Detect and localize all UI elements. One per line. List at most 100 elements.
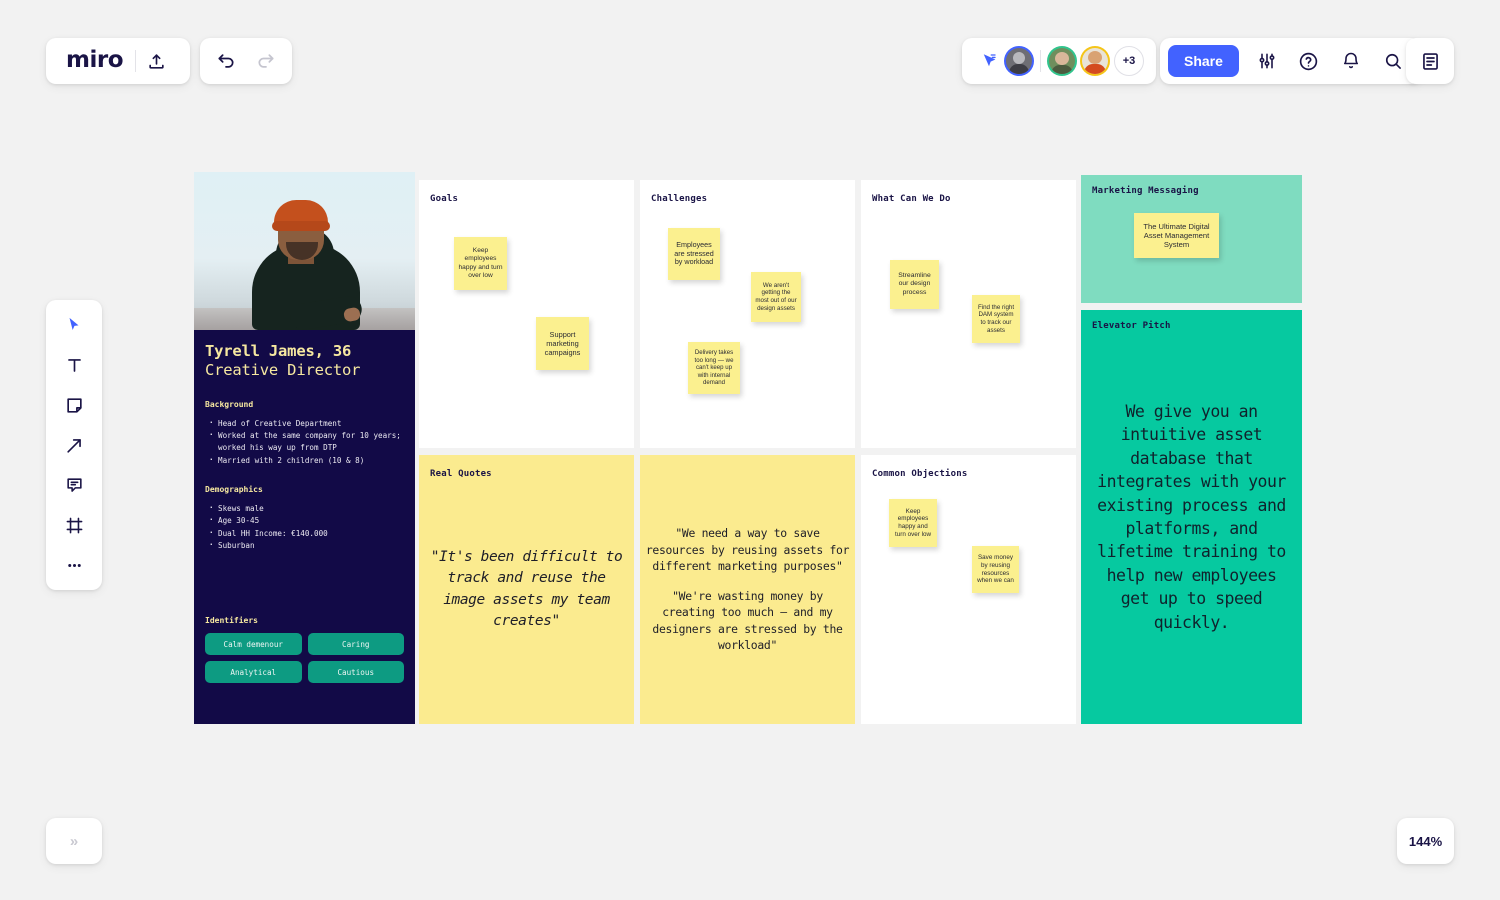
panel-title-marketing-messaging: Marketing Messaging — [1092, 186, 1199, 196]
brand-bar: miro — [46, 38, 190, 84]
redo-button[interactable] — [246, 41, 286, 81]
undo-button[interactable] — [206, 41, 246, 81]
miro-logo[interactable]: miro — [60, 47, 135, 76]
identifiers-heading: Identifiers — [205, 616, 258, 626]
list-item: Age 30-45 — [209, 514, 404, 527]
settings-button[interactable] — [1247, 41, 1287, 81]
history-bar — [200, 38, 292, 84]
frame-tool[interactable] — [54, 508, 94, 542]
actions-bar: Share — [1160, 38, 1421, 84]
redo-icon — [258, 54, 274, 68]
sticky-note[interactable]: Save money by reusing resources when we … — [972, 546, 1019, 593]
sliders-icon — [1259, 53, 1275, 69]
panel-title-challenges: Challenges — [651, 194, 708, 204]
avatar[interactable] — [1080, 46, 1110, 76]
panel-challenges[interactable]: Challenges Employees are stressed by wor… — [640, 180, 855, 448]
bell-icon — [1343, 52, 1358, 69]
panel-title-real-quotes: Real Quotes — [430, 469, 492, 479]
text-t-icon — [67, 358, 81, 372]
zoom-level-indicator[interactable]: 144% — [1397, 818, 1454, 864]
panel-title-what-can-we-do: What Can We Do — [872, 194, 951, 204]
help-button[interactable] — [1289, 41, 1329, 81]
notifications-button[interactable] — [1331, 41, 1371, 81]
list-item: Head of Creative Department — [209, 417, 404, 430]
panel-goals[interactable]: Goals Keep employees happy and turn over… — [419, 180, 634, 448]
identifiers-grid: Calm demenour Caring Analytical Cautious — [205, 633, 404, 684]
sticky-note[interactable]: The Ultimate Digital Asset Management Sy… — [1134, 213, 1219, 258]
list-item: Dual HH Income: €140.000 — [209, 527, 404, 540]
avatar-overflow-count[interactable]: +3 — [1114, 46, 1144, 76]
select-tool[interactable] — [54, 308, 94, 342]
identifier-tag[interactable]: Calm demenour — [205, 633, 302, 656]
list-item: Suburban — [209, 539, 404, 552]
sticky-note-tool[interactable] — [54, 388, 94, 422]
cursor-visibility-button[interactable] — [974, 41, 1004, 81]
panel-title-elevator-pitch: Elevator Pitch — [1092, 321, 1171, 331]
question-circle-icon — [1300, 52, 1318, 70]
avatar[interactable] — [1047, 46, 1077, 76]
sticky-note[interactable]: Streamline our design process — [890, 260, 939, 309]
divider — [1040, 50, 1041, 72]
expand-panel-button[interactable]: » — [46, 818, 102, 864]
collaborators-bar: +3 — [962, 38, 1156, 84]
real-quote-text: "It's been difficult to track and reuse … — [430, 548, 623, 629]
share-button[interactable]: Share — [1168, 45, 1239, 77]
panel-quotes-secondary[interactable]: "We need a way to save resources by reus… — [640, 455, 855, 724]
more-tools-button[interactable] — [54, 548, 94, 582]
panel-marketing-messaging[interactable]: Marketing Messaging The Ultimate Digital… — [1081, 175, 1302, 303]
miro-board-app: miro +3 Share » 144% Tyrell James, 36 Cr… — [0, 0, 1500, 900]
demographics-list: Skews male Age 30-45 Dual HH Income: €14… — [209, 502, 404, 552]
comment-tool[interactable] — [54, 468, 94, 502]
comment-bubble-icon — [66, 477, 82, 492]
avatar-image — [1049, 48, 1075, 74]
list-item: Married with 2 children (10 & 8) — [209, 454, 404, 467]
arrow-tool[interactable] — [54, 428, 94, 462]
sticky-note[interactable]: Delivery takes too long — we can't keep … — [688, 342, 740, 394]
arrow-diagonal-icon — [66, 438, 81, 453]
panel-elevator-pitch[interactable]: Elevator Pitch We give you an intuitive … — [1081, 310, 1302, 724]
upload-icon — [148, 53, 164, 69]
avatar[interactable] — [1004, 46, 1034, 76]
sticky-note[interactable]: Keep employees happy and turn over low — [889, 499, 937, 547]
identifier-tag[interactable]: Analytical — [205, 661, 302, 684]
persona-name: Tyrell James, 36 — [205, 342, 352, 360]
sticky-note[interactable]: Keep employees happy and turn over low — [454, 237, 507, 290]
panel-what-can-we-do[interactable]: What Can We Do Streamline our design pro… — [861, 180, 1076, 448]
demographics-heading: Demographics — [205, 485, 263, 494]
background-list: Head of Creative Department Worked at th… — [209, 417, 404, 467]
identifier-tag[interactable]: Cautious — [307, 661, 404, 684]
panel-title-common-objections: Common Objections — [872, 469, 968, 479]
panel-common-objections[interactable]: Common Objections Keep employees happy a… — [861, 455, 1076, 724]
notes-panel-bar — [1406, 38, 1454, 84]
notes-panel-button[interactable] — [1410, 41, 1450, 81]
ellipsis-icon — [67, 563, 81, 567]
persona-role: Creative Director — [205, 360, 361, 379]
sticky-note[interactable]: Support marketing campaigns — [536, 317, 589, 370]
persona-details: Tyrell James, 36 Creative Director Backg… — [194, 330, 415, 684]
background-heading: Background — [205, 399, 254, 409]
list-item: Skews male — [209, 502, 404, 515]
list-item: Worked at the same company for 10 years;… — [209, 429, 404, 455]
board-canvas: Tyrell James, 36 Creative Director Backg… — [194, 172, 1302, 724]
avatar-image — [1082, 48, 1108, 74]
text-tool[interactable] — [54, 348, 94, 382]
cursor-pointer-icon — [983, 54, 996, 67]
persona-card[interactable]: Tyrell James, 36 Creative Director Backg… — [194, 172, 415, 724]
notes-panel-icon — [1422, 52, 1438, 70]
sticky-note[interactable]: Employees are stressed by workload — [668, 228, 720, 280]
elevator-pitch-text: We give you an intuitive asset database … — [1097, 401, 1286, 632]
frame-icon — [66, 517, 82, 533]
left-toolbar — [46, 300, 102, 590]
persona-photo — [194, 172, 415, 330]
identifier-tag[interactable]: Caring — [307, 633, 404, 656]
panel-real-quotes[interactable]: Real Quotes "It's been difficult to trac… — [419, 455, 634, 724]
sticky-note-icon — [66, 397, 82, 413]
secondary-quote-1: "We need a way to save resources by reus… — [645, 526, 850, 574]
search-icon — [1385, 53, 1401, 69]
sticky-note[interactable]: We aren't getting the most out of our de… — [751, 272, 801, 322]
upload-button[interactable] — [136, 41, 176, 81]
avatar-image — [1006, 48, 1032, 74]
sticky-note[interactable]: Find the right DAM system to track our a… — [972, 295, 1020, 343]
cursor-arrow-icon — [69, 317, 79, 331]
